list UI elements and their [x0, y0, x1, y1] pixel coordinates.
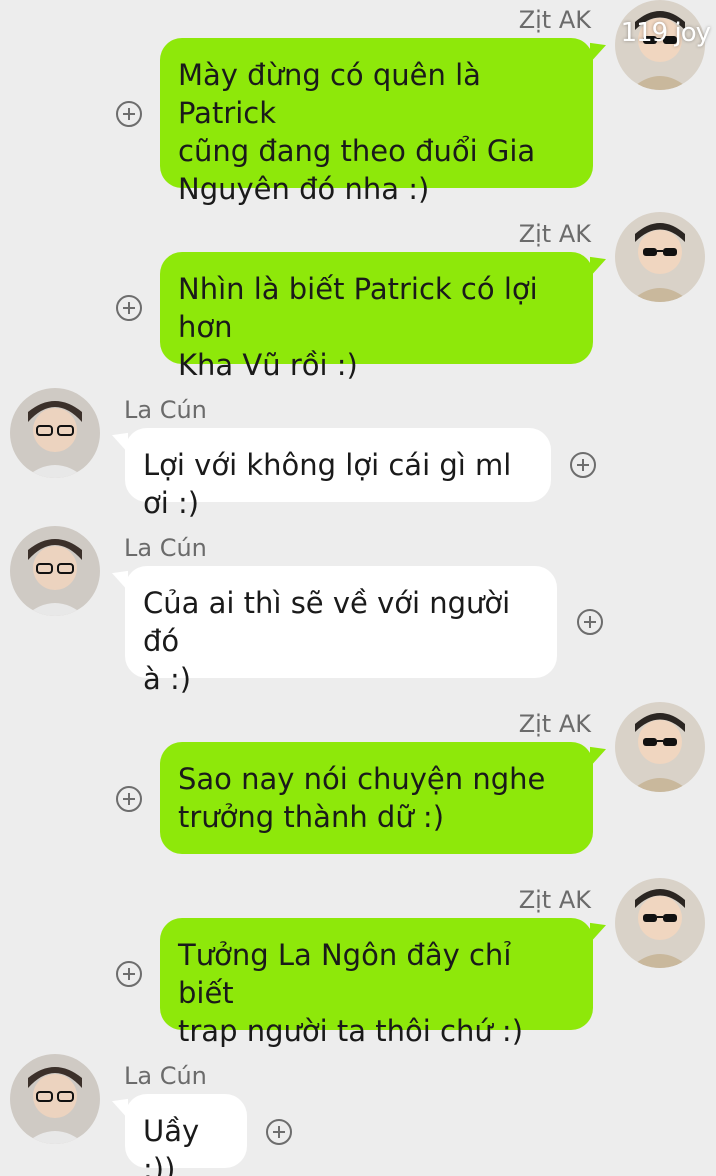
- message-bubble[interactable]: Uầy :)): [125, 1094, 247, 1176]
- sunglasses-boy-avatar[interactable]: [615, 212, 705, 302]
- message-bubble[interactable]: Nhìn là biết Patrick có lợi hơn Kha Vũ r…: [160, 252, 593, 382]
- sunglasses-boy-avatar[interactable]: [615, 702, 705, 792]
- bubble-tail: [590, 917, 606, 943]
- add-reaction-icon[interactable]: [266, 1119, 292, 1145]
- glasses-boy-avatar[interactable]: [10, 526, 100, 616]
- add-reaction-icon[interactable]: [577, 609, 603, 635]
- chat-thread: Zịt AK Mày đừng có quên là Patrick cũng …: [0, 0, 716, 1176]
- sender-name: Zịt AK: [518, 886, 591, 914]
- add-reaction-icon[interactable]: [116, 101, 142, 127]
- add-reaction-icon[interactable]: [116, 786, 142, 812]
- sender-name: Zịt AK: [518, 6, 591, 34]
- bubble-tail: [590, 37, 606, 63]
- sunglasses-boy-avatar[interactable]: [615, 878, 705, 968]
- message-bubble[interactable]: Tưởng La Ngôn đây chỉ biết trap người ta…: [160, 918, 593, 1048]
- add-reaction-icon[interactable]: [116, 295, 142, 321]
- glasses-boy-avatar[interactable]: [10, 1054, 100, 1144]
- sender-name: Zịt AK: [518, 710, 591, 738]
- bubble-tail: [590, 741, 606, 767]
- message-bubble[interactable]: Của ai thì sẽ về với người đó à :): [125, 566, 557, 696]
- sender-name: La Cún: [124, 396, 207, 424]
- sender-name: La Cún: [124, 1062, 207, 1090]
- add-reaction-icon[interactable]: [116, 961, 142, 987]
- message-bubble[interactable]: Lợi với không lợi cái gì ml ơi :): [125, 428, 551, 520]
- sender-name: Zịt AK: [518, 220, 591, 248]
- message-bubble[interactable]: Mày đừng có quên là Patrick cũng đang th…: [160, 38, 593, 206]
- message-bubble[interactable]: Sao nay nói chuyện nghe trưởng thành dữ …: [160, 742, 593, 854]
- bubble-tail: [590, 251, 606, 277]
- glasses-boy-avatar[interactable]: [10, 388, 100, 478]
- sender-name: La Cún: [124, 534, 207, 562]
- add-reaction-icon[interactable]: [570, 452, 596, 478]
- watermark-text: 119 joy: [620, 18, 711, 48]
